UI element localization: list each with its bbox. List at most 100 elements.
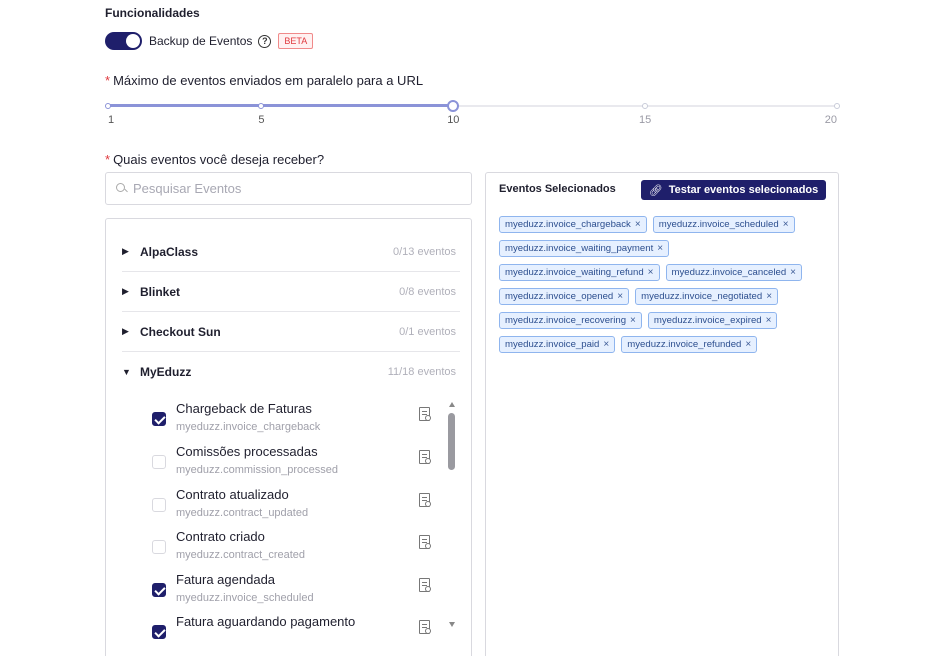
group-row-checkout-sun[interactable]: ▶ Checkout Sun 0/1 eventos: [122, 312, 460, 352]
scroll-up-icon[interactable]: [449, 402, 455, 407]
close-icon[interactable]: ×: [790, 267, 796, 278]
selected-event-tag: myeduzz.invoice_canceled ×: [665, 264, 803, 281]
tag-label: myeduzz.invoice_expired: [653, 315, 762, 326]
event-code: myeduzz.invoice_chargeback: [176, 421, 321, 433]
slider-dot[interactable]: [834, 103, 840, 109]
slider-dot[interactable]: [105, 103, 111, 109]
tag-label: myeduzz.invoice_paid: [505, 339, 600, 350]
backup-label: Backup de Eventos: [149, 34, 253, 48]
document-search-icon[interactable]: [419, 620, 431, 634]
event-list-scrollbar[interactable]: [448, 402, 456, 627]
group-count: 0/8 eventos: [399, 285, 456, 298]
slider-track: [108, 104, 454, 107]
event-title: Fatura agendada: [176, 572, 276, 587]
section-title: Funcionalidades: [105, 6, 200, 20]
close-icon[interactable]: ×: [766, 315, 772, 326]
group-row-blinket[interactable]: ▶ Blinket 0/8 eventos: [122, 272, 460, 312]
selected-event-tag: myeduzz.invoice_refunded ×: [621, 336, 758, 353]
link-icon: 🔗︎: [648, 184, 663, 197]
selected-event-tag: myeduzz.invoice_negotiated ×: [635, 288, 779, 305]
event-row[interactable]: Fatura aguardando pagamento: [152, 614, 442, 656]
event-row[interactable]: Comissões processadas myeduzz.commission…: [152, 444, 442, 486]
event-code: myeduzz.contract_updated: [176, 507, 309, 519]
close-icon[interactable]: ×: [617, 291, 623, 302]
slider-mark-label: 20: [824, 114, 837, 126]
search-input[interactable]: [133, 181, 453, 196]
caret-right-icon: ▶: [122, 246, 129, 256]
close-icon[interactable]: ×: [657, 243, 663, 254]
document-search-icon[interactable]: [419, 493, 431, 507]
slider-mark-label: 15: [639, 114, 652, 126]
event-checkbox[interactable]: [152, 625, 166, 639]
selected-tags: myeduzz.invoice_chargeback × myeduzz.invoi…: [499, 216, 829, 353]
slider-mark-label: 1: [108, 114, 115, 126]
search-icon: [116, 183, 127, 194]
close-icon[interactable]: ×: [603, 339, 609, 350]
selected-event-tag: myeduzz.invoice_recovering ×: [499, 312, 642, 329]
group-count: 11/18 eventos: [387, 366, 456, 378]
event-checkbox[interactable]: [152, 412, 166, 426]
tag-label: myeduzz.invoice_waiting_payment: [505, 243, 654, 254]
selected-event-tag: myeduzz.invoice_paid ×: [499, 336, 616, 353]
close-icon[interactable]: ×: [635, 219, 641, 230]
tag-label: myeduzz.invoice_recovering: [505, 315, 627, 326]
event-row[interactable]: Fatura agendada myeduzz.invoice_schedule…: [152, 572, 442, 614]
test-button-label: Testar eventos selecionados: [668, 184, 819, 196]
document-search-icon[interactable]: [419, 407, 431, 421]
group-name: AlpaClass: [140, 244, 199, 259]
group-row-alpaclass[interactable]: ▶ AlpaClass 0/13 eventos: [122, 232, 460, 272]
search-box: [105, 172, 472, 205]
slider-dot[interactable]: [258, 103, 265, 109]
backup-toggle-row: Backup de Eventos ? BETA: [105, 32, 314, 50]
slider-dot[interactable]: [642, 103, 649, 109]
document-search-icon[interactable]: [419, 535, 431, 549]
group-name: Checkout Sun: [140, 324, 221, 339]
event-code: myeduzz.invoice_scheduled: [176, 592, 314, 604]
event-title: Comissões processadas: [176, 444, 318, 459]
group-count: 0/1 eventos: [399, 325, 456, 338]
event-tree: ▶ AlpaClass 0/13 eventos ▶ Blinket 0/8 e…: [105, 218, 472, 656]
tag-label: myeduzz.invoice_waiting_refund: [505, 267, 644, 278]
slider-mark-label: 10: [447, 114, 460, 126]
caret-right-icon: ▶: [122, 286, 129, 296]
document-search-icon[interactable]: [419, 450, 431, 464]
tag-label: myeduzz.invoice_scheduled: [658, 219, 779, 230]
selected-event-tag: myeduzz.invoice_chargeback ×: [499, 216, 647, 233]
max-events-slider[interactable]: 1 5 10 15 20: [105, 100, 840, 130]
scroll-thumb[interactable]: [448, 413, 455, 470]
selected-event-tag: myeduzz.invoice_expired ×: [647, 312, 778, 329]
event-title: Fatura aguardando pagamento: [176, 614, 356, 629]
event-row[interactable]: Contrato criado myeduzz.contract_created: [152, 529, 442, 571]
tag-label: myeduzz.invoice_opened: [505, 291, 614, 302]
event-row[interactable]: Chargeback de Faturas myeduzz.invoice_ch…: [152, 401, 442, 443]
required-mark: *: [105, 73, 111, 88]
caret-right-icon: ▶: [122, 326, 129, 336]
scroll-down-icon[interactable]: [449, 622, 455, 627]
event-title: Chargeback de Faturas: [176, 401, 312, 416]
close-icon[interactable]: ×: [648, 267, 654, 278]
close-icon[interactable]: ×: [783, 219, 789, 230]
document-search-icon[interactable]: [419, 578, 431, 592]
selected-event-tag: myeduzz.invoice_waiting_refund ×: [499, 264, 660, 281]
close-icon[interactable]: ×: [745, 339, 751, 350]
selected-events-title: Eventos Selecionados: [499, 183, 616, 195]
selected-event-tag: myeduzz.invoice_waiting_payment ×: [499, 240, 670, 257]
test-selected-events-button[interactable]: 🔗︎ Testar eventos selecionados: [641, 180, 826, 200]
event-checkbox[interactable]: [152, 540, 166, 554]
close-icon[interactable]: ×: [630, 315, 636, 326]
backup-toggle[interactable]: [105, 32, 142, 50]
event-title: Contrato atualizado: [176, 487, 289, 502]
tag-label: myeduzz.invoice_chargeback: [505, 219, 631, 230]
slider-handle[interactable]: [447, 100, 460, 112]
close-icon[interactable]: ×: [766, 291, 772, 302]
event-row[interactable]: Contrato atualizado myeduzz.contract_upd…: [152, 487, 442, 529]
toggle-knob: [126, 34, 140, 48]
event-checkbox[interactable]: [152, 498, 166, 512]
max-events-label: * Máximo de eventos enviados em paralelo …: [105, 73, 423, 88]
help-circle-icon[interactable]: ?: [258, 34, 272, 48]
event-checkbox[interactable]: [152, 583, 166, 597]
event-code: myeduzz.commission_processed: [176, 464, 339, 476]
group-row-myeduzz[interactable]: ▼ MyEduzz 11/18 eventos: [122, 352, 460, 392]
beta-badge: BETA: [278, 33, 314, 49]
event-checkbox[interactable]: [152, 455, 166, 469]
